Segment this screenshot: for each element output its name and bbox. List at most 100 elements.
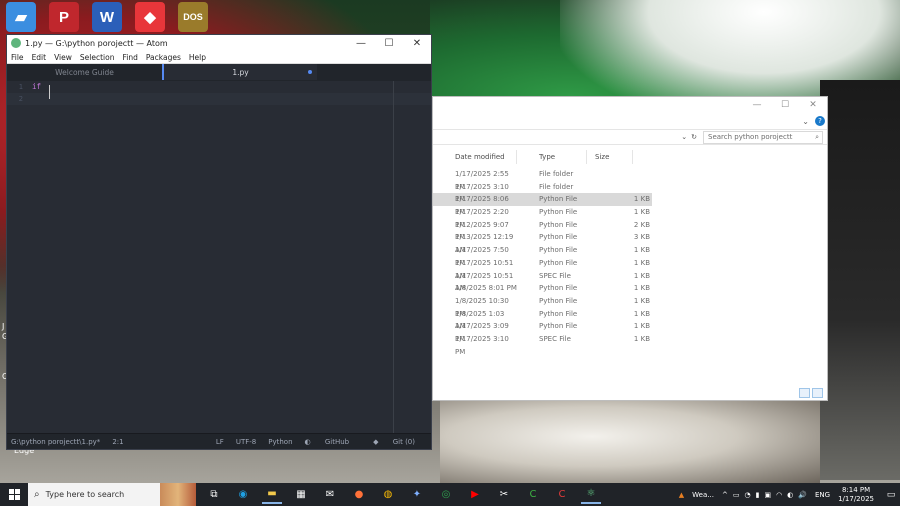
file-date: 1/17/2025 3:10 PM [455, 182, 509, 204]
youtube-icon[interactable]: ▶ [465, 486, 485, 504]
file-date: 1/17/2025 2:20 PM [455, 208, 509, 229]
menu-item-find[interactable]: Find [118, 53, 141, 62]
file-explorer-icon[interactable]: ▬ [262, 486, 282, 504]
modified-dot-icon[interactable] [308, 70, 312, 74]
clock-date: 1/17/2025 [838, 494, 874, 503]
file-row[interactable]: 1/17/2025 8:06 PM Python File 1 KB [433, 193, 652, 217]
red-app-icon[interactable]: C [552, 486, 572, 504]
copilot-icon[interactable]: ✦ [407, 486, 427, 504]
large-icons-view-icon[interactable] [812, 388, 823, 398]
tab-1-py[interactable]: 1.py [162, 64, 317, 80]
column-header-size[interactable]: Size [587, 150, 633, 164]
tray-icon[interactable]: ^ [722, 491, 728, 499]
menu-item-packages[interactable]: Packages [142, 53, 185, 62]
file-explorer-window: — ☐ ✕ ⌄ ? ⌄ ↻ Search python porojectt ⌕ … [432, 96, 828, 401]
taskbar-search[interactable]: ⌕ Type here to search [28, 483, 196, 506]
code-area[interactable]: if [32, 81, 41, 105]
anydesk-icon[interactable]: ◆ [135, 2, 165, 32]
file-list: 1/17/2025 2:55 PM File folder 1/17/2025 3:… [433, 168, 652, 356]
atom-icon[interactable]: ⚛ [581, 486, 601, 504]
menu-item-file[interactable]: File [7, 53, 28, 62]
file-size [587, 181, 652, 194]
edge-icon[interactable]: ◉ [233, 486, 253, 504]
encoding[interactable]: UTF-8 [236, 438, 256, 446]
start-button[interactable] [0, 483, 28, 506]
green-app-icon[interactable]: C [523, 486, 543, 504]
psiphon-icon[interactable]: P [49, 2, 79, 32]
tab-welcome-guide[interactable]: Welcome Guide [7, 64, 162, 80]
grammar[interactable]: Python [268, 438, 292, 446]
tray-icon[interactable]: ▭ [733, 491, 740, 499]
file-date: 1/12/2025 9:07 PM [455, 220, 509, 242]
file-date: 1/17/2025 8:06 PM [455, 195, 509, 217]
file-row[interactable]: 1/17/2025 7:50 PM Python File 1 KB [433, 244, 652, 267]
tray-icon[interactable]: ◐ [787, 491, 793, 499]
file-date: 1/17/2025 3:10 PM [455, 334, 509, 356]
task-view-icon[interactable]: ⧉ [204, 486, 224, 504]
address-bar: ⌄ ↻ Search python porojectt ⌕ [433, 129, 827, 145]
file-row[interactable]: 1/17/2025 3:10 PM SPEC File 1 KB [433, 333, 652, 356]
taskbar-apps: ⧉ ◉ ▬ ▦ ✉ ● ◍ ✦ ◎ ▶ ✂ C C ⚛ [204, 486, 601, 504]
dosbox-icon[interactable]: DOS [178, 2, 208, 32]
this-pc-icon[interactable]: ▰ [6, 2, 36, 32]
menu-item-edit[interactable]: Edit [28, 53, 51, 62]
git-button[interactable]: ◆ Git (0) [373, 438, 427, 446]
cursor-position[interactable]: 2:1 [112, 438, 123, 446]
clock[interactable]: 8:14 PM 1/17/2025 [838, 486, 874, 504]
chrome-icon[interactable]: ◍ [378, 486, 398, 504]
menu-item-help[interactable]: Help [185, 53, 210, 62]
file-row[interactable]: 1/8/2025 1:03 AM Python File 1 KB [433, 308, 652, 331]
explorer-titlebar: — ☐ ✕ [433, 97, 827, 113]
column-header-date[interactable]: Date modified [433, 150, 517, 164]
maximize-button[interactable]: ☐ [771, 100, 799, 110]
minimize-button[interactable]: — [743, 100, 771, 110]
file-row[interactable]: 1/17/2025 2:20 PM Python File 1 KB [433, 206, 652, 229]
firefox-icon[interactable]: ● [349, 486, 369, 504]
app-icon[interactable]: ◎ [436, 486, 456, 504]
weather-label[interactable]: Wea... [692, 491, 714, 499]
close-button[interactable]: ✕ [799, 100, 827, 110]
store-icon[interactable]: ▦ [291, 486, 311, 504]
file-row[interactable]: 1/12/2025 9:07 PM Python File 2 KB [433, 219, 652, 242]
address-dropdown-icon[interactable]: ⌄ [681, 133, 687, 141]
file-date: 1/8/2025 10:30 PM [455, 296, 509, 318]
atom-titlebar: 1.py — G:\python porojectt — Atom — ☐ ✕ [7, 35, 431, 51]
file-row[interactable]: 1/17/2025 3:09 PM Python File 1 KB [433, 320, 652, 343]
weather-icon[interactable]: ▲ [679, 491, 684, 499]
file-row[interactable]: 1/17/2025 10:51 AM Python File 1 KB [433, 257, 652, 280]
file-row[interactable]: 1/8/2025 10:30 PM Python File 1 KB [433, 295, 652, 318]
tray-icon[interactable]: ▮ [756, 491, 760, 499]
line-ending[interactable]: LF [216, 438, 224, 446]
language-indicator[interactable]: ENG [815, 491, 830, 499]
menu-item-view[interactable]: View [50, 53, 76, 62]
tray-icon[interactable]: ▣ [764, 491, 771, 499]
tray-icon[interactable]: 🔊 [798, 491, 807, 499]
file-row[interactable]: 1/13/2025 12:19 AM Python File 3 KB [433, 231, 652, 254]
mail-icon[interactable]: ✉ [320, 486, 340, 504]
file-path[interactable]: G:\python porojectt\1.py* [11, 438, 100, 446]
column-header-type[interactable]: Type [517, 150, 587, 164]
help-icon[interactable]: ? [815, 116, 825, 126]
close-button[interactable]: ✕ [403, 38, 431, 49]
expand-ribbon-icon[interactable]: ⌄ [802, 117, 809, 126]
file-row[interactable]: 1/17/2025 2:55 PM File folder [433, 168, 652, 191]
tray-icon[interactable]: ◔ [744, 491, 750, 499]
maximize-button[interactable]: ☐ [375, 38, 403, 49]
file-row[interactable]: 1/8/2025 8:01 PM Python File 1 KB [433, 282, 652, 295]
github-button[interactable]: ◐ GitHub [305, 438, 362, 446]
notification-icon[interactable]: ▭ [882, 490, 900, 500]
editor[interactable]: 1 2 if [7, 81, 431, 433]
refresh-icon[interactable]: ↻ [691, 133, 697, 141]
menu-item-selection[interactable]: Selection [76, 53, 119, 62]
file-row[interactable]: 1/17/2025 3:10 PM File folder [433, 181, 652, 204]
file-type: Python File [539, 220, 578, 229]
minimize-button[interactable]: — [347, 38, 375, 49]
line-number: 2 [18, 95, 23, 103]
file-row[interactable]: 1/17/2025 10:51 AM SPEC File 1 KB [433, 270, 652, 293]
details-view-icon[interactable] [799, 388, 810, 398]
word-icon[interactable]: W [92, 2, 122, 32]
capcut-icon[interactable]: ✂ [494, 486, 514, 504]
search-input[interactable]: Search python porojectt ⌕ [703, 130, 823, 144]
tray-icon[interactable]: ◠ [776, 491, 782, 499]
